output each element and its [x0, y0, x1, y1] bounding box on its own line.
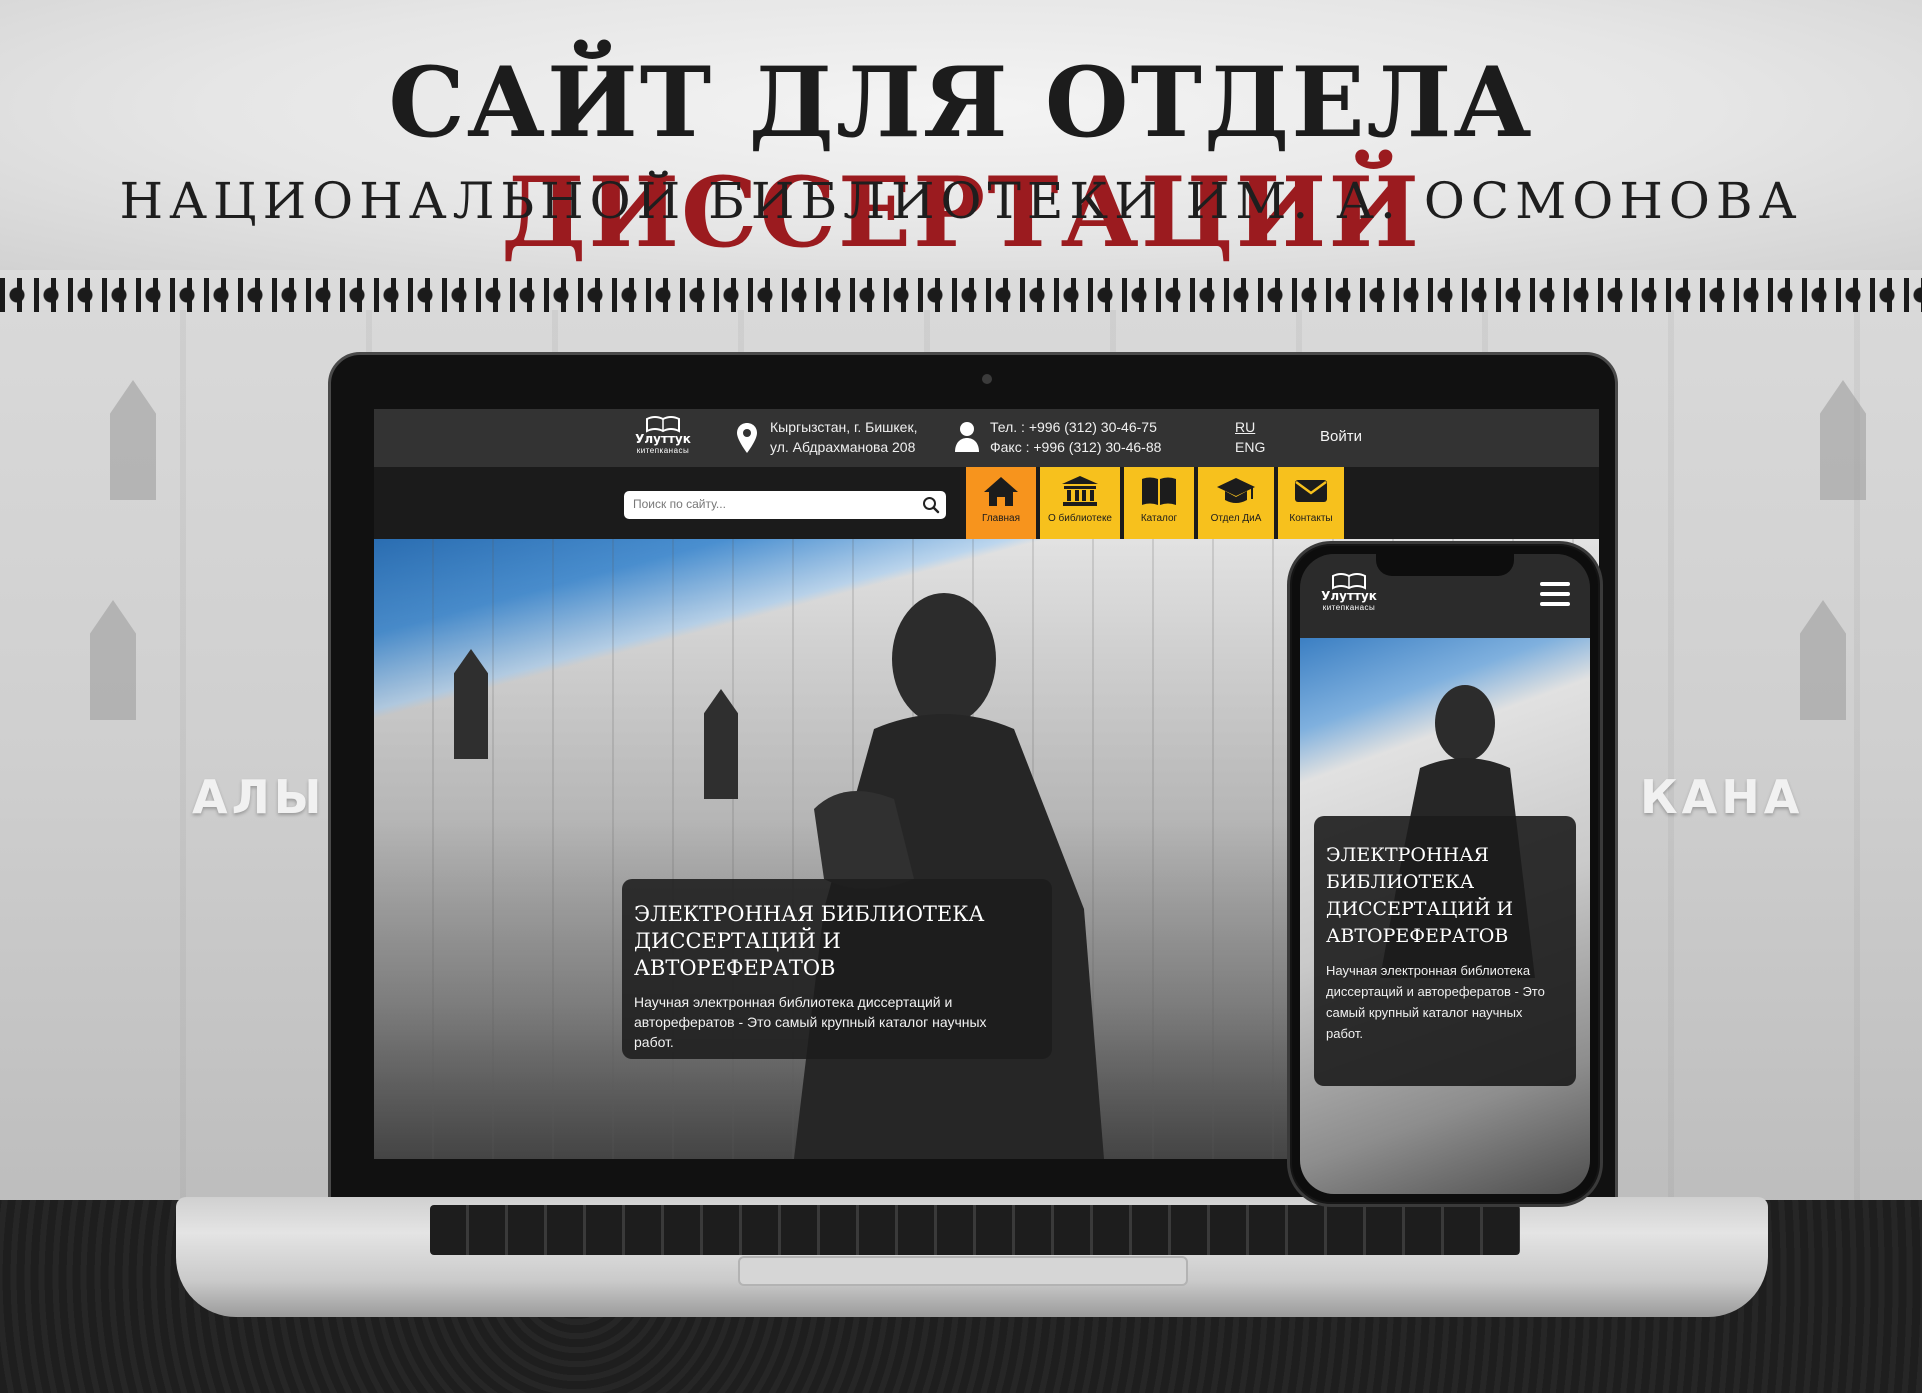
hamburger-menu-icon[interactable] — [1540, 582, 1570, 606]
site-logo[interactable]: Улуттук китепканасы — [628, 415, 698, 461]
background-window — [1820, 380, 1866, 500]
search-icon[interactable] — [922, 496, 940, 514]
hero-title-line-2: ДИССЕРТАЦИЙ И АВТОРЕФЕРАТОВ — [634, 929, 841, 980]
hero-description: Научная электронная библиотека диссертац… — [634, 992, 1040, 1052]
background-window — [110, 380, 156, 500]
language-eng-link[interactable]: ENG — [1235, 437, 1265, 457]
mobile-title-line-4: АВТОРЕФЕРАТОВ — [1326, 925, 1509, 947]
mobile-hero-title: ЭЛЕКТРОННАЯ БИБЛИОТЕКА ДИССЕРТАЦИЙ И АВТ… — [1326, 842, 1564, 950]
facade-window — [454, 649, 488, 759]
mobile-hero-description: Научная электронная библиотека диссертац… — [1326, 960, 1564, 1044]
nav-tab-catalog[interactable]: Каталог — [1124, 467, 1194, 539]
mobile-text-line-3: самый крупный каталог научных — [1326, 1005, 1523, 1020]
nav-tab-dissertations[interactable]: Отдел ДиА — [1198, 467, 1274, 539]
background-window — [90, 600, 136, 720]
login-link[interactable]: Войти — [1320, 427, 1362, 447]
hamburger-line — [1540, 592, 1570, 596]
hero-text-line-3: работ. — [634, 1034, 674, 1050]
promo-headline: САЙТ ДЛЯ ОТДЕЛА ДИССЕРТАЦИЙ — [0, 48, 1922, 268]
mobile-logo-subtitle: китепканасы — [1322, 603, 1376, 612]
mobile-text-line-4: работ. — [1326, 1026, 1363, 1041]
promo-subheadline: НАЦИОНАЛЬНОЙ БИБЛИОТЕКИ ИМ. А. ОСМОНОВА — [119, 172, 1803, 230]
fax-number: Факс : +996 (312) 30-46-88 — [990, 439, 1162, 455]
mobile-title-line-1: ЭЛЕКТРОННАЯ — [1326, 844, 1489, 866]
facade-window — [704, 689, 738, 799]
mobile-hero-card: ЭЛЕКТРОННАЯ БИБЛИОТЕКА ДИССЕРТАЦИЙ И АВТ… — [1314, 816, 1576, 1086]
mobile-text-line-1: Научная электронная библиотека — [1326, 963, 1531, 978]
nav-label-home: Главная — [981, 513, 1021, 524]
location-pin-icon — [737, 423, 757, 453]
hero-title: ЭЛЕКТРОННАЯ БИБЛИОТЕКА ДИССЕРТАЦИЙ И АВТ… — [634, 901, 1040, 982]
background-sign-left: АЛЫ — [192, 770, 326, 824]
hero-title-line-1: ЭЛЕКТРОННАЯ БИБЛИОТЕКА — [634, 902, 985, 926]
nav-label-about: О библиотеке — [1048, 513, 1112, 524]
statue-image — [794, 593, 1104, 1159]
logo-subtitle: китепканасы — [636, 446, 690, 455]
hero-text-line-1: Научная электронная библиотека диссертац… — [634, 994, 953, 1010]
library-building-icon — [1062, 476, 1098, 506]
webcam-icon — [982, 374, 992, 384]
home-icon — [984, 477, 1018, 506]
search-placeholder: Поиск по сайту... — [633, 497, 726, 511]
phone-number: Тел. : +996 (312) 30-46-75 — [990, 419, 1157, 435]
logo-name: Улуттук — [635, 432, 691, 446]
hero-card: ЭЛЕКТРОННАЯ БИБЛИОТЕКА ДИССЕРТАЦИЙ И АВТ… — [622, 879, 1052, 1059]
nav-tab-contacts[interactable]: Контакты — [1278, 467, 1344, 539]
mobile-title-line-3: ДИССЕРТАЦИЙ И — [1326, 898, 1514, 920]
nav-label-contacts: Контакты — [1289, 513, 1333, 524]
person-icon — [955, 422, 979, 452]
mobile-text-line-2: диссертаций и авторефератов - Это — [1326, 984, 1545, 999]
address-line-2: ул. Абдрахманова 208 — [770, 439, 916, 455]
headline-part-dark: САЙТ ДЛЯ ОТДЕЛА — [388, 46, 1534, 159]
phone-screen: Улуттук китепканасы ЭЛЕКТРОННАЯ БИБЛИОТЕ… — [1300, 554, 1590, 1194]
address-line-1: Кыргызстан, г. Бишкек, — [770, 419, 918, 435]
phone-notch — [1376, 554, 1514, 576]
site-topbar: Улуттук китепканасы Кыргызстан, г. Бишке… — [374, 409, 1599, 467]
background-sign-right: КАНА — [1640, 770, 1804, 824]
search-input[interactable]: Поиск по сайту... — [624, 491, 946, 519]
nav-tab-about[interactable]: О библиотеке — [1040, 467, 1120, 539]
graduation-cap-icon — [1217, 478, 1255, 503]
mobile-logo-name: Улуттук — [1321, 589, 1377, 603]
language-ru-link[interactable]: RU — [1235, 417, 1255, 437]
laptop-trackpad — [738, 1256, 1188, 1286]
nav-label-dissertations: Отдел ДиА — [1210, 513, 1262, 524]
hero-text-line-2: авторефератов - Это самый крупный катало… — [634, 1014, 987, 1030]
hamburger-line — [1540, 582, 1570, 586]
nav-label-catalog: Каталог — [1140, 513, 1178, 524]
mobile-title-line-2: БИБЛИОТЕКА — [1326, 871, 1475, 893]
mobile-logo[interactable]: Улуттук китепканасы — [1314, 572, 1384, 618]
open-book-icon — [1332, 573, 1366, 590]
book-icon — [1142, 477, 1176, 505]
background-window — [1800, 600, 1846, 720]
hamburger-line — [1540, 602, 1570, 606]
laptop-keyboard — [430, 1205, 1520, 1255]
open-book-icon — [646, 416, 680, 433]
ornament-border — [0, 278, 1922, 312]
envelope-icon — [1295, 480, 1327, 502]
nav-tab-home[interactable]: Главная — [966, 467, 1036, 539]
